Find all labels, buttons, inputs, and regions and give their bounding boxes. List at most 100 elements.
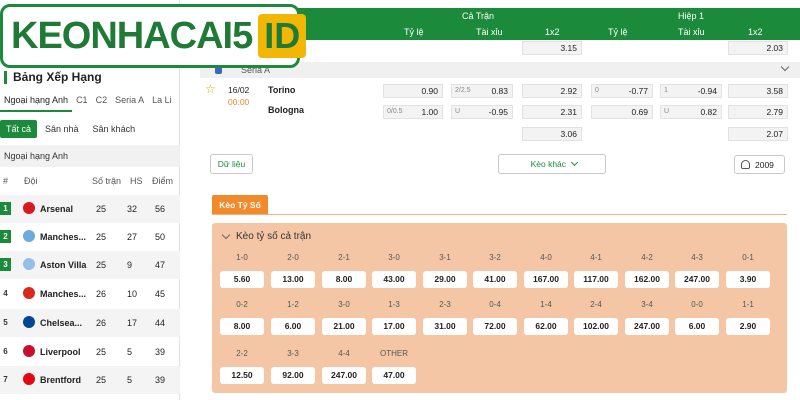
- score-odds-button[interactable]: 41.00: [473, 271, 517, 288]
- score-odds-button[interactable]: 72.00: [473, 318, 517, 335]
- more-odds-button[interactable]: Kèo khác: [498, 154, 606, 174]
- odds-value: 3.58: [766, 86, 783, 96]
- standings-row[interactable]: 4 Manches... 26 10 45: [0, 280, 180, 308]
- score-odds-button[interactable]: 12.50: [220, 367, 264, 384]
- odds-cell[interactable]: 0/0.5 1.00: [383, 105, 443, 119]
- score-odds-button[interactable]: 3.90: [726, 271, 770, 288]
- odds-cell[interactable]: 2.07: [728, 127, 788, 141]
- filter-away[interactable]: Sân khách: [87, 120, 142, 138]
- standings-row[interactable]: 1 Arsenal 25 32 56: [0, 195, 180, 223]
- standings-row[interactable]: 7 Brentford 25 5 39: [0, 366, 180, 394]
- tab-underline: [212, 214, 787, 215]
- score-odds-button[interactable]: 43.00: [372, 271, 416, 288]
- score-odds-button[interactable]: 167.00: [524, 271, 568, 288]
- away-team: Bologna: [268, 105, 304, 115]
- score-label: 3-1: [439, 253, 451, 262]
- score-odds-button[interactable]: 31.00: [423, 318, 467, 335]
- score-label: 0-0: [691, 300, 703, 309]
- played-value: 25: [96, 232, 107, 242]
- score-label: 1-2: [287, 300, 299, 309]
- score-odds-button[interactable]: 13.00: [271, 271, 315, 288]
- tab-correct-score[interactable]: Kèo Tỷ Số: [212, 195, 268, 215]
- score-odds-button[interactable]: 102.00: [574, 318, 618, 335]
- score-label: OTHER: [380, 349, 408, 358]
- score-label: 0-4: [489, 300, 501, 309]
- score-odds-button[interactable]: 117.00: [574, 271, 618, 288]
- odds-cell[interactable]: 2/2.5 0.83: [451, 84, 513, 98]
- count-button[interactable]: 2009: [734, 155, 785, 174]
- standings-title-text: Bảng Xếp Hạng: [13, 70, 102, 84]
- odds-cell[interactable]: 0.69: [591, 105, 653, 119]
- score-label: 3-3: [287, 349, 299, 358]
- score-label: 3-0: [388, 253, 400, 262]
- star-icon[interactable]: ☆: [205, 82, 216, 96]
- score-odds-button[interactable]: 17.00: [372, 318, 416, 335]
- odds-cell[interactable]: 3.06: [522, 127, 582, 141]
- score-label: 3-0: [338, 300, 350, 309]
- tab-la-liga[interactable]: La Li: [148, 90, 176, 112]
- score-odds-button[interactable]: 6.00: [675, 318, 719, 335]
- score-odds-button[interactable]: 2.90: [726, 318, 770, 335]
- points-value: 56: [155, 204, 166, 214]
- played-value: 25: [96, 204, 107, 214]
- odds-cell[interactable]: U -0.95: [451, 105, 513, 119]
- score-odds-button[interactable]: 5.60: [220, 271, 264, 288]
- standings-row[interactable]: 3 Aston Villa 25 9 47: [0, 251, 180, 279]
- score-odds-button[interactable]: 21.00: [322, 318, 366, 335]
- hs-value: 5: [127, 375, 133, 385]
- score-label: 1-1: [742, 300, 754, 309]
- odds-line: U: [455, 108, 461, 115]
- chevron-down-icon[interactable]: [780, 62, 790, 72]
- score-odds-button[interactable]: 247.00: [322, 367, 366, 384]
- score-label: 2-2: [236, 349, 248, 358]
- score-odds-button[interactable]: 8.00: [322, 271, 366, 288]
- odds-cell[interactable]: 2.92: [522, 84, 582, 98]
- tab-serie-a[interactable]: Seria A: [111, 90, 148, 112]
- tab-c2[interactable]: C2: [92, 90, 112, 112]
- score-odds-button[interactable]: 62.00: [524, 318, 568, 335]
- score-odds-button[interactable]: 47.00: [372, 367, 416, 384]
- odds-cell[interactable]: 2.79: [728, 105, 788, 119]
- site-logo[interactable]: KEONHACAI5 ID: [0, 4, 307, 68]
- played-value: 25: [96, 375, 107, 385]
- odds-cell[interactable]: 1 -0.94: [660, 84, 722, 98]
- score-odds-button[interactable]: 29.00: [423, 271, 467, 288]
- chevron-down-icon: [571, 158, 579, 167]
- score-label: 0-2: [236, 300, 248, 309]
- odds-value: 3.15: [560, 43, 577, 53]
- col-played: Số trận: [92, 176, 122, 186]
- score-label: 4-3: [691, 253, 703, 262]
- score-odds-button[interactable]: 92.00: [271, 367, 315, 384]
- score-odds-button[interactable]: 8.00: [220, 318, 264, 335]
- odds-line: U: [664, 108, 670, 115]
- tab-premier-league[interactable]: Ngoại hạng Anh: [0, 90, 73, 112]
- score-odds-button[interactable]: 247.00: [625, 318, 669, 335]
- odds-cell[interactable]: 3.58: [728, 84, 788, 98]
- score-odds-button[interactable]: 162.00: [625, 271, 669, 288]
- count-value: 2009: [755, 160, 774, 170]
- odds-value: 2.31: [560, 107, 577, 117]
- title-accent-bar: [4, 70, 7, 84]
- correct-score-title[interactable]: Kèo tỷ số cả trận: [220, 230, 311, 242]
- points-value: 39: [155, 347, 166, 357]
- filter-home[interactable]: Sân nhà: [39, 120, 85, 138]
- filter-all[interactable]: Tất cả: [0, 120, 38, 138]
- score-odds-button[interactable]: 247.00: [675, 271, 719, 288]
- data-button[interactable]: Dữ liệu: [210, 154, 253, 174]
- odds-cell[interactable]: 0.90: [383, 84, 443, 98]
- col-handicap: Tỷ lệ: [404, 27, 424, 37]
- standings-row[interactable]: 6 Liverpool 25 5 39: [0, 338, 180, 366]
- standings-row[interactable]: 2 Manches... 25 27 50: [0, 223, 180, 251]
- odds-cell[interactable]: U 0.82: [660, 105, 722, 119]
- standings-row[interactable]: 5 Chelsea... 26 17 44: [0, 309, 180, 337]
- odds-cell[interactable]: 0 -0.77: [591, 84, 653, 98]
- odds-value: -0.94: [697, 86, 717, 96]
- match-date: 16/02: [228, 85, 250, 95]
- odds-cell[interactable]: 3.15: [522, 41, 582, 55]
- odds-cell[interactable]: 2.03: [728, 41, 788, 55]
- score-odds-button[interactable]: 6.00: [271, 318, 315, 335]
- tab-c1[interactable]: C1: [72, 90, 92, 112]
- score-label: 4-4: [338, 349, 350, 358]
- odds-cell[interactable]: 2.31: [522, 105, 582, 119]
- score-label: 2-3: [439, 300, 451, 309]
